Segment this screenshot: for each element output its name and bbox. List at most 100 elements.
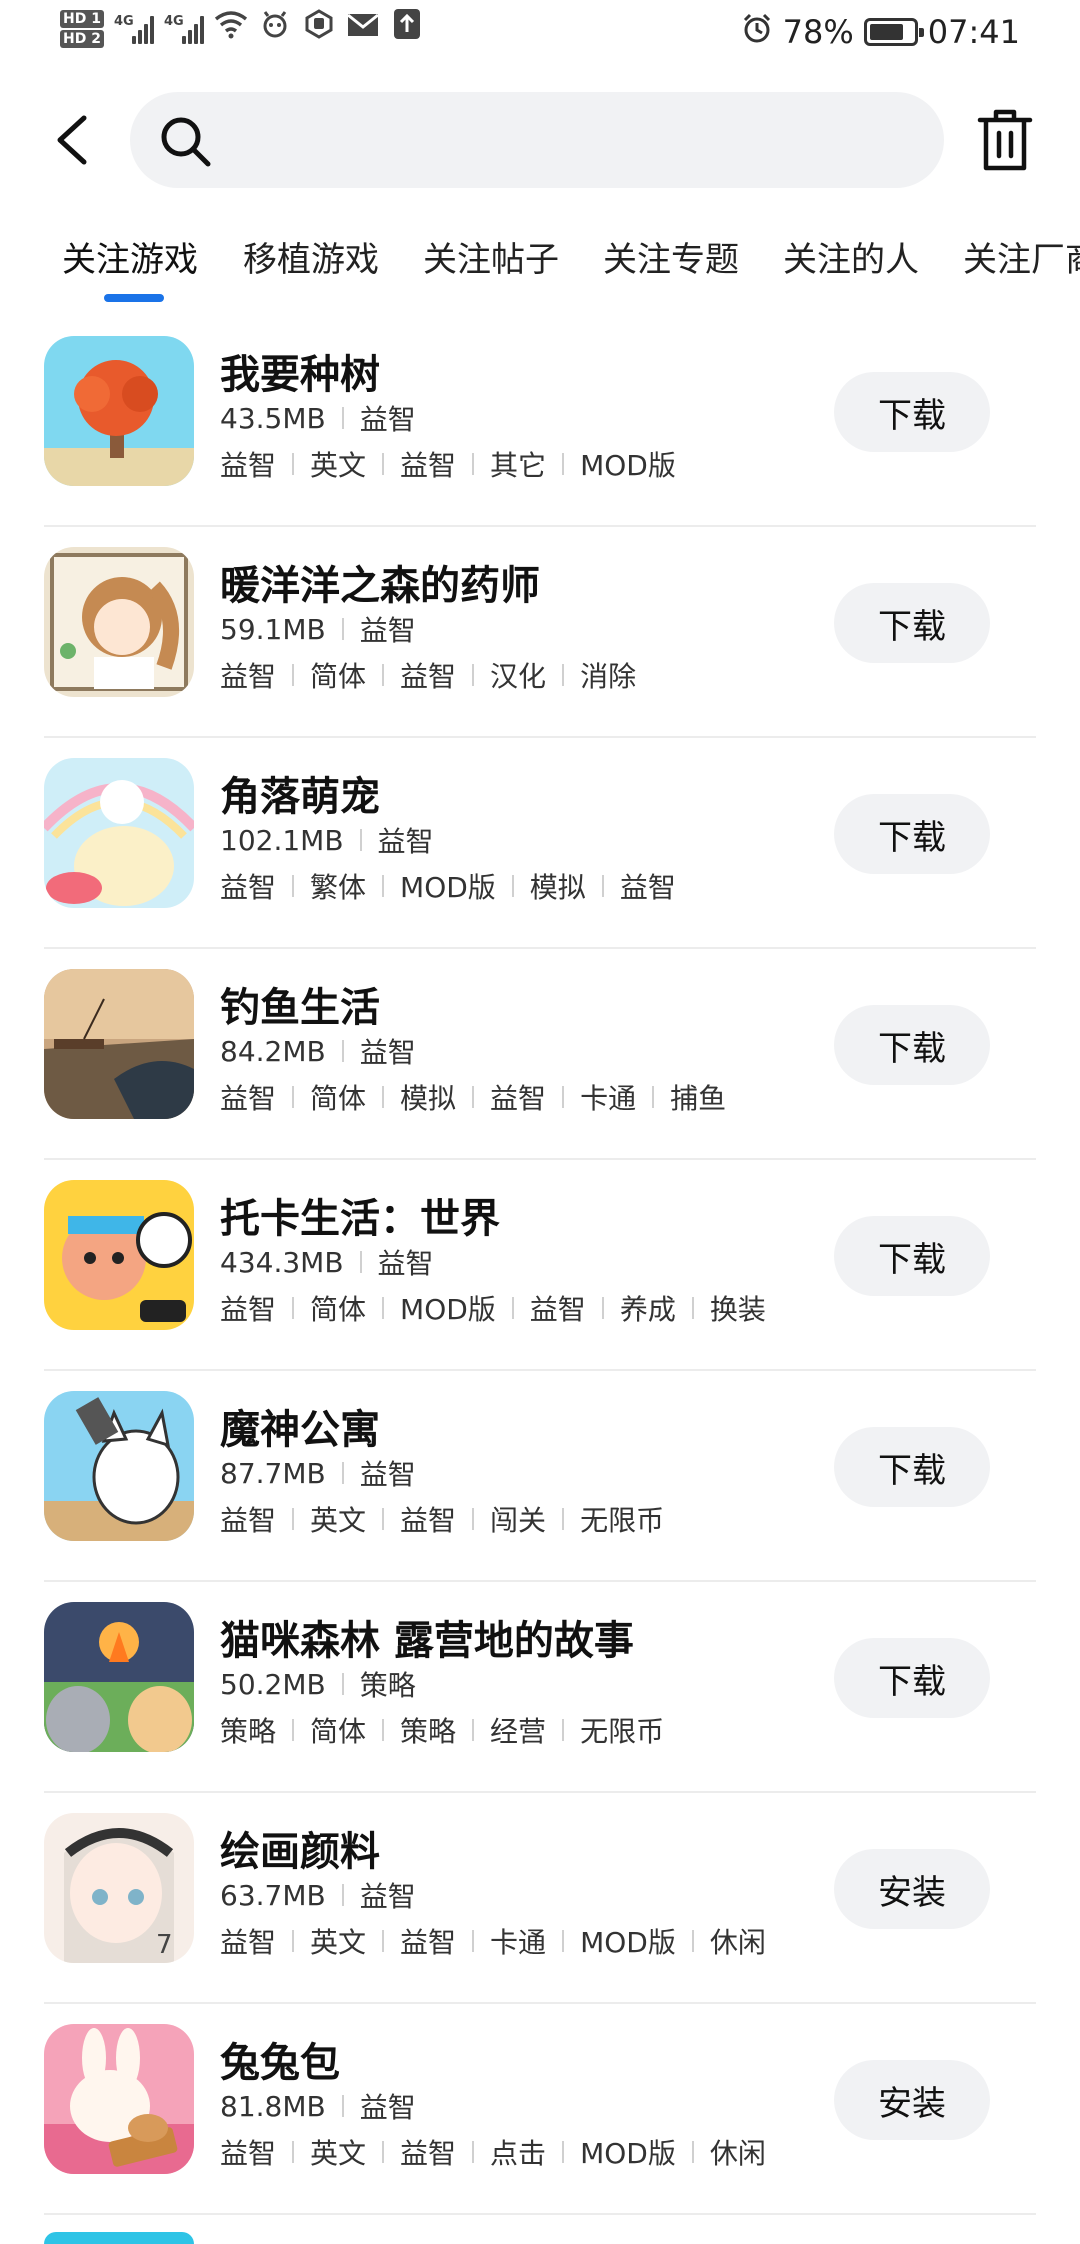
- tag: 休闲: [709, 1926, 766, 1959]
- list-item[interactable]: 钓鱼生活 84.2MB 益智 益智 简体 模拟 益智 卡通 捕鱼 下载: [0, 949, 1080, 1160]
- game-category: 益智: [359, 614, 416, 647]
- game-title: 钓鱼生活: [220, 985, 380, 1031]
- tag: 捕鱼: [670, 1082, 727, 1115]
- network-type-2: 4G: [163, 13, 184, 29]
- search-icon: [161, 117, 211, 167]
- game-tags: 益智 英文 益智 其它 MOD版: [220, 444, 676, 484]
- tag: 闯关: [490, 1504, 547, 1537]
- status-right: 78% 07:41: [741, 12, 1020, 52]
- tab-ported-games[interactable]: 移植游戏: [243, 232, 379, 281]
- tab-followed-vendors[interactable]: 关注厂商: [963, 232, 1080, 281]
- tag: 繁体: [310, 871, 367, 904]
- game-size: 50.2MB: [220, 1667, 326, 1701]
- game-meta: 102.1MB 益智: [220, 820, 434, 860]
- tag: 益智: [400, 660, 457, 693]
- tag: 点击: [490, 2137, 547, 2170]
- next-app-icon-partial: [44, 2232, 194, 2244]
- game-tags: 益智 简体 MOD版 益智 养成 换装: [220, 1288, 766, 1328]
- search-bar[interactable]: [130, 92, 944, 188]
- download-button[interactable]: 下载: [834, 372, 990, 452]
- game-meta: 43.5MB 益智: [220, 398, 416, 438]
- tag: MOD版: [580, 449, 676, 482]
- game-title: 托卡生活：世界: [220, 1196, 500, 1242]
- tag: 简体: [310, 1715, 367, 1748]
- tag: 益智: [220, 871, 277, 904]
- download-button[interactable]: 下载: [834, 1638, 990, 1718]
- list-item[interactable]: 托卡生活：世界 434.3MB 益智 益智 简体 MOD版 益智 养成 换装 下载: [0, 1160, 1080, 1371]
- game-title: 绘画颜料: [220, 1829, 380, 1875]
- game-size: 59.1MB: [220, 612, 326, 646]
- game-title: 猫咪森林 露营地的故事: [220, 1618, 634, 1664]
- svg-text:7: 7: [156, 1930, 173, 1960]
- list-item[interactable]: 我要种树 43.5MB 益智 益智 英文 益智 其它 MOD版 下载: [0, 316, 1080, 527]
- game-tags: 益智 英文 益智 卡通 MOD版 休闲: [220, 1921, 766, 1961]
- tag: 英文: [310, 1926, 367, 1959]
- download-button[interactable]: 下载: [834, 1005, 990, 1085]
- game-title: 魔神公寓: [220, 1407, 380, 1453]
- tab-followed-people[interactable]: 关注的人: [783, 232, 919, 281]
- list-item[interactable]: 兔兔包 81.8MB 益智 益智 英文 益智 点击 MOD版 休闲 安装: [0, 2004, 1080, 2215]
- signal-icon-2: 4G: [164, 14, 204, 44]
- delete-button[interactable]: [970, 106, 1040, 176]
- tag: MOD版: [580, 1926, 676, 1959]
- tag: 简体: [310, 660, 367, 693]
- tag: 其它: [490, 449, 547, 482]
- list-item[interactable]: 魔神公寓 87.7MB 益智 益智 英文 益智 闯关 无限币 下载: [0, 1371, 1080, 1582]
- game-tags: 益智 繁体 MOD版 模拟 益智: [220, 866, 676, 906]
- tag: 益智: [220, 449, 277, 482]
- back-arrow-icon: [57, 115, 87, 165]
- tab-followed-topics[interactable]: 关注专题: [603, 232, 739, 281]
- signal-icon: 4G: [114, 14, 154, 44]
- install-button[interactable]: 安装: [834, 1849, 990, 1929]
- list-item[interactable]: 暖洋洋之森的药师 59.1MB 益智 益智 简体 益智 汉化 消除 下载: [0, 527, 1080, 738]
- download-button[interactable]: 下载: [834, 794, 990, 874]
- hexagon-hand-icon: [302, 9, 336, 48]
- list-item[interactable]: 7 绘画颜料 63.7MB 益智 益智 英文 益智 卡通 MOD版 休闲 安装: [0, 1793, 1080, 2004]
- download-button[interactable]: 下载: [834, 1427, 990, 1507]
- game-size: 63.7MB: [220, 1878, 326, 1912]
- tab-bar: 关注游戏 移植游戏 关注帖子 关注专题 关注的人 关注厂商: [0, 226, 1080, 306]
- tag: 英文: [310, 2137, 367, 2170]
- network-type-1: 4G: [113, 13, 134, 29]
- game-meta: 81.8MB 益智: [220, 2086, 416, 2126]
- search-input[interactable]: [230, 110, 910, 170]
- list-item[interactable]: 猫咪森林 露营地的故事 50.2MB 策略 策略 简体 策略 经营 无限币 下载: [0, 1582, 1080, 1793]
- list-item[interactable]: 角落萌宠 102.1MB 益智 益智 繁体 MOD版 模拟 益智 下载: [0, 738, 1080, 949]
- tag: 益智: [220, 1504, 277, 1537]
- back-button[interactable]: [44, 106, 104, 174]
- app-icon-bunny-bread: [44, 2024, 194, 2174]
- game-title: 兔兔包: [220, 2040, 340, 2086]
- game-tags: 益智 简体 模拟 益智 卡通 捕鱼: [220, 1077, 726, 1117]
- tag: 益智: [220, 660, 277, 693]
- tag: 经营: [490, 1715, 547, 1748]
- app-icon-cat-apartment: [44, 1391, 194, 1541]
- game-category: 益智: [359, 1036, 416, 1069]
- game-meta: 50.2MB 策略: [220, 1664, 416, 1704]
- game-tags: 益智 英文 益智 点击 MOD版 休闲: [220, 2132, 766, 2172]
- face-icon: [258, 10, 292, 47]
- status-bar: HD 1 HD 2 4G 4G 78% 07:41: [0, 0, 1080, 78]
- download-button[interactable]: 下载: [834, 1216, 990, 1296]
- game-category: 益智: [359, 1458, 416, 1491]
- tag: 益智: [529, 1293, 586, 1326]
- tag: MOD版: [580, 2137, 676, 2170]
- tag: 益智: [220, 2137, 277, 2170]
- app-icon-pharmacist: [44, 547, 194, 697]
- tag: 英文: [310, 449, 367, 482]
- tag: 益智: [400, 449, 457, 482]
- tag: 益智: [400, 1926, 457, 1959]
- clock: 07:41: [927, 13, 1020, 51]
- tab-followed-games[interactable]: 关注游戏: [62, 232, 198, 281]
- tag: 模拟: [529, 871, 586, 904]
- tag: 换装: [709, 1293, 766, 1326]
- tag: 无限币: [580, 1504, 665, 1537]
- game-category: 益智: [377, 1247, 434, 1280]
- tag: 简体: [310, 1293, 367, 1326]
- download-button[interactable]: 下载: [834, 583, 990, 663]
- game-meta: 434.3MB 益智: [220, 1242, 434, 1282]
- tab-followed-posts[interactable]: 关注帖子: [423, 232, 559, 281]
- status-left: HD 1 HD 2 4G 4G: [60, 8, 424, 49]
- game-tags: 益智 简体 益智 汉化 消除: [220, 655, 636, 695]
- install-button[interactable]: 安装: [834, 2060, 990, 2140]
- game-title: 暖洋洋之森的药师: [220, 563, 540, 609]
